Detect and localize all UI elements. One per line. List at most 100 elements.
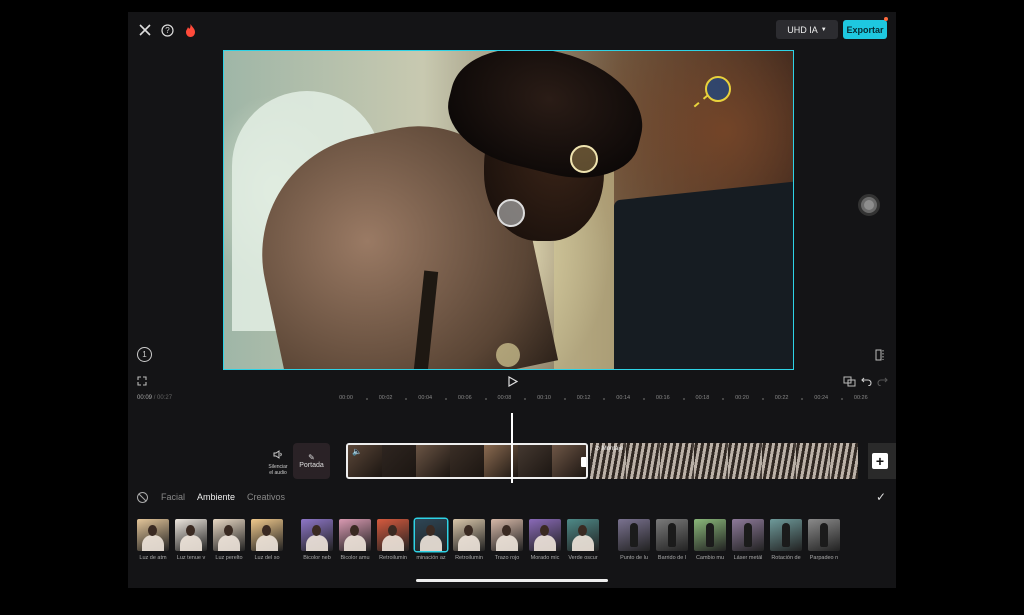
uhd-ai-button[interactable]: UHD IA ▼ xyxy=(776,20,838,39)
thumbnail-face xyxy=(578,525,587,536)
clip-frame xyxy=(794,443,830,479)
speaker-icon xyxy=(266,450,290,461)
thumbnail-figure xyxy=(534,535,556,551)
playhead[interactable] xyxy=(511,413,513,483)
keyframe-icon[interactable] xyxy=(843,375,856,387)
effect-thumbnail xyxy=(770,519,802,551)
clip-frame xyxy=(484,445,518,477)
close-icon[interactable] xyxy=(137,22,153,38)
cover-button[interactable]: ✎ Portada xyxy=(293,443,330,479)
ruler-tick xyxy=(841,398,843,400)
glow-handle-face[interactable] xyxy=(497,199,525,227)
ruler-tick xyxy=(484,398,487,400)
effect-label: Morado mic xyxy=(530,555,560,561)
clip-frame xyxy=(450,445,484,477)
effect-thumbnail xyxy=(137,519,169,551)
effect-item[interactable]: Rotación de xyxy=(770,519,802,561)
thumbnail-figure xyxy=(306,535,328,551)
thumbnail-face xyxy=(464,525,473,536)
undo-icon[interactable] xyxy=(861,375,872,387)
effect-item[interactable]: Trazo rojo xyxy=(491,519,523,561)
tab-facial[interactable]: Facial xyxy=(161,492,185,502)
effect-item[interactable]: Barrido de l xyxy=(656,519,688,561)
ruler-label: 00:20 xyxy=(735,395,749,401)
effect-item[interactable]: minación az xyxy=(415,519,447,561)
thumbnail-dancer xyxy=(668,523,676,547)
confirm-check-icon[interactable]: ✓ xyxy=(876,490,886,504)
effect-label: Bicolor neb xyxy=(303,555,331,561)
play-icon[interactable] xyxy=(507,375,519,387)
fullscreen-icon[interactable] xyxy=(137,376,147,386)
video-preview[interactable] xyxy=(223,50,794,370)
effect-thumbnail xyxy=(732,519,764,551)
thumbnail-dancer xyxy=(744,523,752,547)
video-clip-selected[interactable]: 🔈 xyxy=(346,443,588,479)
thumbnail-figure xyxy=(382,535,404,551)
effect-item[interactable]: Bicolor neb xyxy=(301,519,333,561)
export-button[interactable]: Exportar xyxy=(843,20,887,39)
ruler-label: 00:04 xyxy=(418,395,433,401)
effect-label: Bicolor amu xyxy=(340,555,370,561)
ruler-tick xyxy=(801,398,804,400)
effect-thumbnail xyxy=(339,519,371,551)
trim-handle[interactable] xyxy=(581,457,586,467)
ruler-tick xyxy=(603,398,606,400)
top-bar: ? UHD IA ▼ Exportar xyxy=(128,12,896,48)
effect-label: Láser metál xyxy=(733,555,763,561)
intensity-badge-icon[interactable]: 1 xyxy=(137,347,152,362)
compare-icon[interactable] xyxy=(875,349,885,361)
tab-ambiente[interactable]: Ambiente xyxy=(197,492,235,502)
ruler-tick xyxy=(563,398,566,400)
effect-item[interactable]: Luz tenue v xyxy=(175,519,207,561)
effect-item[interactable]: Bicolor amu xyxy=(339,519,371,561)
effect-item[interactable]: Punto de lu xyxy=(618,519,650,561)
effect-item[interactable]: Retroilumin xyxy=(377,519,409,561)
effect-label: Parpadeo n xyxy=(809,555,839,561)
ruler-label: 00:02 xyxy=(378,395,393,401)
effect-thumbnail xyxy=(213,519,245,551)
light-source-handle[interactable] xyxy=(705,76,731,102)
effect-label: Rotación de xyxy=(771,555,801,561)
clip-frame xyxy=(382,445,416,477)
timecode: 00:09 / 00:27 xyxy=(137,395,173,401)
effect-thumbnail xyxy=(529,519,561,551)
thumbnail-figure xyxy=(344,535,366,551)
effect-item[interactable]: Láser metál xyxy=(732,519,764,561)
effect-item[interactable]: Verde oscur xyxy=(567,519,599,561)
effect-thumbnail xyxy=(175,519,207,551)
ruler-label: 00:26 xyxy=(853,395,868,401)
effect-thumbnail xyxy=(618,519,650,551)
fire-icon[interactable] xyxy=(182,22,198,38)
video-clip-montage[interactable]: ⊙ Montaje xyxy=(590,443,858,479)
redo-icon[interactable] xyxy=(877,375,888,387)
effect-thumbnail xyxy=(491,519,523,551)
thumbnail-figure xyxy=(142,535,164,551)
thumbnail-face xyxy=(224,525,233,536)
effect-item[interactable]: Cambio mu xyxy=(694,519,726,561)
ruler-label: 00:12 xyxy=(576,395,591,401)
add-clip-button[interactable]: + xyxy=(872,453,888,469)
effect-item[interactable]: Luz del so xyxy=(251,519,283,561)
effect-item[interactable]: Parpadeo n xyxy=(808,519,840,561)
thumbnail-figure xyxy=(458,535,480,551)
effect-item[interactable]: Retroilumin xyxy=(453,519,485,561)
effect-label: Luz de atm xyxy=(139,555,167,561)
timeline-ruler[interactable]: 00:00 00:02 00:04 00:06 00:08 00:10 00:12 00:14… xyxy=(338,395,868,405)
help-icon[interactable]: ? xyxy=(159,22,175,38)
home-indicator[interactable] xyxy=(416,579,608,582)
glow-handle-glasses[interactable] xyxy=(570,145,598,173)
ruler-label: 00:22 xyxy=(774,395,789,401)
ruler-label: 00:16 xyxy=(655,395,670,401)
tab-creativos[interactable]: Creativos xyxy=(247,492,285,502)
mute-audio-button[interactable]: Silenciar el audio xyxy=(266,450,290,478)
effect-item[interactable]: Luz perelto xyxy=(213,519,245,561)
effect-item[interactable]: Luz de atm xyxy=(137,519,169,561)
light-intensity-handle[interactable] xyxy=(858,194,880,216)
clip-frame xyxy=(416,445,450,477)
glow-handle-bottom[interactable] xyxy=(496,343,520,367)
effect-label: Luz tenue v xyxy=(176,555,206,561)
clip-frame xyxy=(726,443,762,479)
effect-item[interactable]: Morado mic xyxy=(529,519,561,561)
effect-thumbnail xyxy=(251,519,283,551)
effect-label: Trazo rojo xyxy=(494,555,520,561)
